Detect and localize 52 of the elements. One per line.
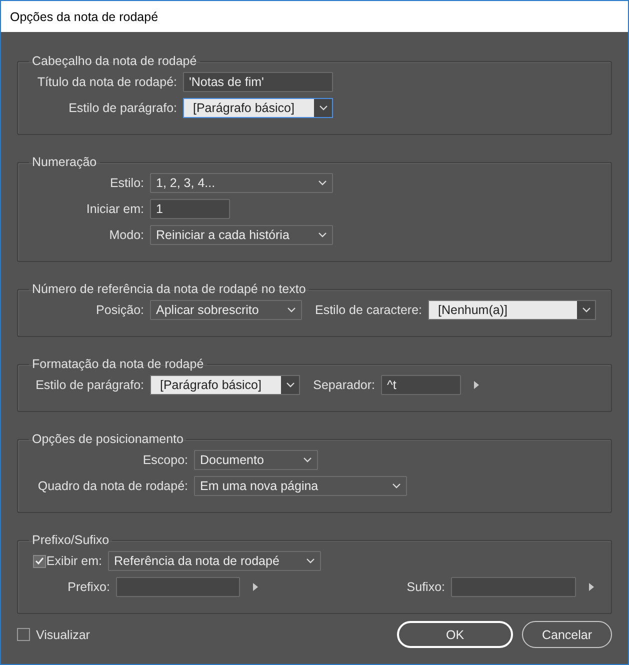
group-title: Numeração <box>31 155 98 169</box>
combo-box[interactable]: [Nenhum(a)] <box>428 300 596 320</box>
text-field[interactable]: ^t <box>381 375 461 395</box>
field-label: Iniciar em: <box>85 202 144 216</box>
dropdown[interactable]: Reiniciar a cada história <box>150 225 333 245</box>
chevron-down-icon <box>318 180 327 186</box>
dropdown[interactable]: Em uma nova página <box>194 476 407 496</box>
field-label: Título da nota de rodapé: <box>36 75 177 89</box>
chevron-down-icon <box>582 307 590 313</box>
field-label: Sufixo: <box>406 580 445 594</box>
menu-arrow-icon[interactable] <box>589 583 595 591</box>
checkbox[interactable] <box>17 628 30 641</box>
text-field[interactable]: 1 <box>150 199 230 219</box>
field-label: Estilo de parágrafo: <box>34 378 144 392</box>
menu-arrow-icon[interactable] <box>253 583 259 591</box>
dialog-button[interactable]: OK <box>397 621 513 648</box>
text-field[interactable]: 'Notas de fim' <box>183 72 333 92</box>
field-label: Estilo de parágrafo: <box>68 101 177 115</box>
chevron-down-icon <box>306 558 315 564</box>
checkbox-label: Exibir em: <box>46 554 102 568</box>
checkbox-label: Visualizar <box>36 628 90 642</box>
group-title: Prefixo/Sufixo <box>31 533 110 547</box>
field-label: Quadro da nota de rodapé: <box>36 479 188 493</box>
chevron-down-icon <box>287 307 296 313</box>
group-title: Número de referência da nota de rodapé no texto <box>31 282 307 296</box>
chevron-down-icon <box>392 483 401 489</box>
group-title: Formatação da nota de rodapé <box>31 357 205 371</box>
field-label: Modo: <box>108 228 144 242</box>
dropdown[interactable]: Referência da nota de rodapé <box>108 551 321 571</box>
dialog-button[interactable]: Cancelar <box>522 621 612 648</box>
dropdown[interactable]: Aplicar sobrescrito <box>150 300 302 320</box>
field-label: Posição: <box>95 303 144 317</box>
chevron-down-icon <box>318 232 327 238</box>
chevron-down-icon <box>286 382 294 388</box>
group-title: Cabeçalho da nota de rodapé <box>31 54 198 68</box>
field-label: Estilo de caractere: <box>314 303 422 317</box>
field-label: Escopo: <box>142 453 188 467</box>
chevron-down-icon <box>318 105 328 111</box>
combo-box[interactable]: [Parágrafo básico] <box>183 98 333 118</box>
text-field[interactable] <box>451 577 576 597</box>
dropdown[interactable]: Documento <box>194 450 318 470</box>
text-field[interactable] <box>116 577 240 597</box>
combo-box[interactable]: [Parágrafo básico] <box>150 375 300 395</box>
menu-arrow-icon[interactable] <box>474 381 480 389</box>
chevron-down-icon <box>303 457 312 463</box>
field-label: Prefixo: <box>66 580 110 594</box>
dropdown[interactable]: 1, 2, 3, 4... <box>150 173 333 193</box>
group-title: Opções de posicionamento <box>31 432 184 446</box>
field-label: Separador: <box>313 378 375 392</box>
field-label: Estilo: <box>108 176 144 190</box>
window-title: Opções da nota de rodapé <box>1 1 628 32</box>
checkbox[interactable] <box>33 554 46 568</box>
